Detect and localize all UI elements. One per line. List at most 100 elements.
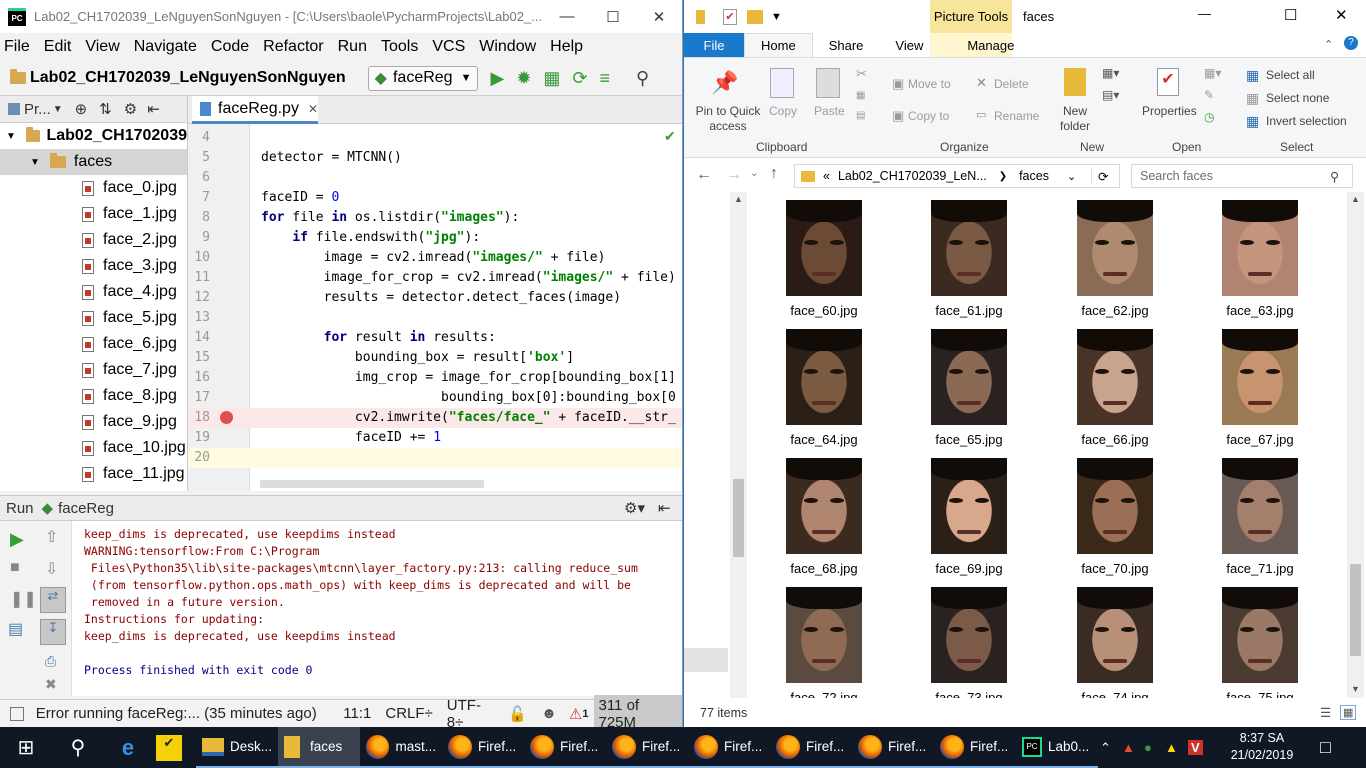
menu-help[interactable]: Help <box>550 38 583 56</box>
easy-access-icon[interactable]: ▤▾ <box>1102 88 1119 102</box>
code-line[interactable]: 5 detector = MTCNN() <box>188 148 682 168</box>
scroll-down-icon[interactable]: ▼ <box>1351 684 1360 694</box>
search-icon[interactable]: ⚲ <box>636 68 649 89</box>
paste-button[interactable]: Paste <box>814 104 845 118</box>
image-thumbnail[interactable] <box>786 587 862 683</box>
gear-icon[interactable]: ⚙ <box>124 100 137 118</box>
error-count[interactable]: 1 <box>582 708 588 720</box>
error-icon[interactable]: ⚠ <box>569 705 582 723</box>
tree-file-item[interactable]: face_11.jpg <box>0 461 187 487</box>
network-tray-icon[interactable]: ▲ <box>1122 740 1135 755</box>
code-line[interactable]: 20 <box>188 448 682 468</box>
project-panel-label[interactable]: Pr... <box>24 101 51 118</box>
image-thumbnail[interactable] <box>931 329 1007 425</box>
image-thumbnail[interactable] <box>931 587 1007 683</box>
rename-button[interactable]: Rename <box>994 109 1039 123</box>
menu-navigate[interactable]: Navigate <box>134 38 197 56</box>
scroll-up-icon[interactable]: ▲ <box>734 194 743 204</box>
nav-project-name[interactable]: Lab02_CH1702039_LeNguyenSonNguyen <box>30 69 346 87</box>
tree-file-item[interactable]: face_0.jpg <box>0 175 187 201</box>
code-line[interactable]: 10 image = cv2.imread("images/" + file) <box>188 248 682 268</box>
breadcrumb-overflow[interactable]: « <box>823 169 830 183</box>
code-line[interactable]: 4 <box>188 128 682 148</box>
tab-manage[interactable]: Manage <box>951 33 1030 57</box>
image-filename[interactable]: face_71.jpg <box>1187 561 1333 576</box>
code-line[interactable]: 11 image_for_crop = cv2.imread("images/"… <box>188 268 682 288</box>
close-button[interactable]: ✕ <box>636 8 682 26</box>
concurrency-icon[interactable]: ≡ <box>600 68 611 89</box>
tree-file-item[interactable]: face_7.jpg <box>0 357 187 383</box>
image-thumbnail[interactable] <box>1222 458 1298 554</box>
gear-icon[interactable]: ⚙▾ <box>624 499 645 517</box>
image-thumbnail[interactable] <box>1222 587 1298 683</box>
new-item-icon[interactable]: ▦▾ <box>1102 66 1119 80</box>
layout-icon[interactable]: ▤ <box>8 619 23 639</box>
code-line[interactable]: 18 cv2.imwrite("faces/face_" + faceID.__… <box>188 408 682 428</box>
chevron-down-icon[interactable]: ▼ <box>53 104 63 115</box>
forward-icon[interactable]: → <box>726 166 742 184</box>
breakpoint-icon[interactable] <box>220 411 233 424</box>
image-filename[interactable]: face_61.jpg <box>896 303 1042 318</box>
taskbar-item-folder[interactable]: faces <box>278 727 360 768</box>
taskbar-item-firefox[interactable]: Firef... <box>606 727 688 768</box>
image-filename[interactable]: face_66.jpg <box>1042 432 1188 447</box>
taskbar-item-pycharm[interactable]: PC Lab0... <box>1016 727 1098 768</box>
edit-icon[interactable]: ✎ <box>1204 88 1214 102</box>
tree-file-item[interactable]: face_2.jpg <box>0 227 187 253</box>
image-thumbnail[interactable] <box>786 200 862 296</box>
tab-file[interactable]: File <box>684 33 744 57</box>
image-filename[interactable]: face_62.jpg <box>1042 303 1188 318</box>
coverage-icon[interactable]: ▦ <box>543 68 560 89</box>
copy-to-button[interactable]: Copy to <box>908 109 949 123</box>
trash-icon[interactable]: ✖ <box>45 676 57 693</box>
code-line[interactable]: 16 img_crop = image_for_crop[bounding_bo… <box>188 368 682 388</box>
scroll-up-icon[interactable]: ▲ <box>1351 194 1360 204</box>
copy-path-icon[interactable]: ▦ <box>856 90 865 101</box>
maximize-button[interactable]: ☐ <box>590 8 636 26</box>
lock-icon[interactable]: 🔓 <box>508 705 527 723</box>
image-filename[interactable]: face_67.jpg <box>1187 432 1333 447</box>
properties-qat-icon[interactable]: ✔ <box>723 8 737 25</box>
soft-wrap-icon[interactable]: ⇄ <box>40 587 66 613</box>
qat-dropdown-icon[interactable]: ▼ <box>771 11 782 23</box>
image-thumbnail[interactable] <box>786 329 862 425</box>
run-config-dropdown[interactable]: ◆ faceReg ▼ <box>367 65 479 91</box>
show-hidden-icons[interactable]: ⌃ <box>1100 740 1111 756</box>
up-icon[interactable]: ↑ <box>770 165 778 183</box>
menu-run[interactable]: Run <box>338 38 367 56</box>
maximize-button[interactable]: ☐ <box>1284 6 1297 24</box>
run-icon[interactable]: ▶ <box>490 68 504 89</box>
breadcrumb-faces[interactable]: faces <box>1019 169 1049 183</box>
image-filename[interactable]: face_60.jpg <box>751 303 897 318</box>
code-line[interactable]: 19 faceID += 1 <box>188 428 682 448</box>
large-icons-view-icon[interactable]: ▦ <box>1340 705 1357 720</box>
tab-home[interactable]: Home <box>744 33 813 57</box>
sticky-notes-icon[interactable]: ✔ <box>156 734 182 761</box>
close-button[interactable]: ✕ <box>1335 6 1348 24</box>
image-filename[interactable]: face_69.jpg <box>896 561 1042 576</box>
taskbar-item-firefox[interactable]: Firef... <box>934 727 1016 768</box>
inspector-icon[interactable]: ☻ <box>541 705 557 722</box>
menu-file[interactable]: File <box>4 38 30 56</box>
image-thumbnail[interactable] <box>1077 587 1153 683</box>
rerun-icon[interactable]: ▶ <box>10 529 24 550</box>
select-all-button[interactable]: Select all <box>1266 68 1315 82</box>
image-thumbnail[interactable] <box>1222 200 1298 296</box>
menu-view[interactable]: View <box>85 38 119 56</box>
code-line[interactable]: 8 for file in os.listdir("images"): <box>188 208 682 228</box>
image-thumbnail[interactable] <box>786 458 862 554</box>
taskbar-item-firefox[interactable]: Firef... <box>524 727 606 768</box>
collapse-icon[interactable]: ⇅ <box>99 100 112 118</box>
notifications-icon[interactable]: □ <box>1320 737 1331 758</box>
chevron-down-icon[interactable]: ⌄ <box>1067 170 1076 183</box>
code-editor[interactable]: 4 5 detector = MTCNN() 6 7 faceID = 0 8 for fil… <box>188 124 682 491</box>
tab-share[interactable]: Share <box>813 33 880 57</box>
properties-button[interactable]: Properties <box>1142 104 1197 118</box>
run-tab-label[interactable]: Run <box>6 500 34 517</box>
history-icon[interactable]: ◷ <box>1204 110 1214 124</box>
locate-icon[interactable]: ⊕ <box>75 100 88 118</box>
cut-icon[interactable]: ✂ <box>856 66 867 82</box>
image-filename[interactable]: face_68.jpg <box>751 561 897 576</box>
back-icon[interactable]: ← <box>696 166 712 184</box>
menu-refactor[interactable]: Refactor <box>263 38 323 56</box>
